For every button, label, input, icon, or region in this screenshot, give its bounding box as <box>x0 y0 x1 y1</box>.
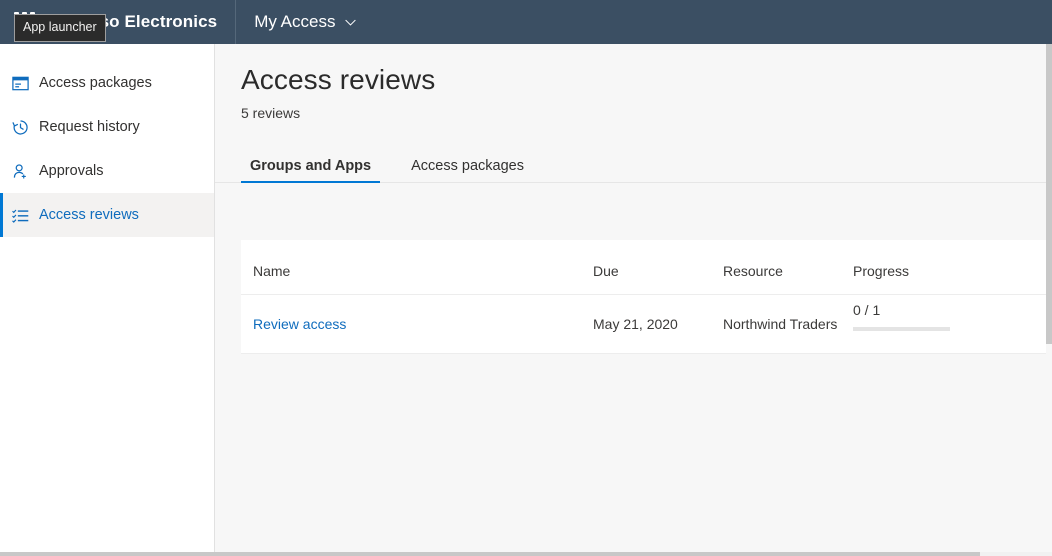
my-access-app: Contoso Electronics My Access App launch… <box>0 0 1052 556</box>
table-header-row: Name Due Resource Progress <box>241 240 1052 295</box>
cell-progress: 0 / 1 <box>853 295 1052 354</box>
progress-bar <box>853 327 950 331</box>
column-header-due[interactable]: Due <box>593 240 723 295</box>
vertical-scrollbar[interactable] <box>1046 44 1052 556</box>
progress-count-text: 0 / 1 <box>853 303 1052 317</box>
sidebar-item-label: Request history <box>39 119 140 135</box>
cell-resource: Northwind Traders <box>723 295 853 354</box>
package-icon <box>10 73 30 93</box>
history-clock-icon <box>10 117 30 137</box>
review-access-link[interactable]: Review access <box>253 316 346 332</box>
main-content: Access reviews 5 reviews Groups and Apps… <box>215 44 1052 556</box>
horizontal-scrollbar[interactable] <box>0 552 1052 556</box>
review-count-subtitle: 5 reviews <box>215 96 1052 121</box>
left-sidebar: Access packages Request history Appr <box>0 44 215 556</box>
table-row[interactable]: Review access May 21, 2020 Northwind Tra… <box>241 295 1052 354</box>
vertical-scrollbar-thumb[interactable] <box>1046 44 1052 344</box>
cell-due: May 21, 2020 <box>593 295 723 354</box>
column-header-resource[interactable]: Resource <box>723 240 853 295</box>
sidebar-item-access-packages[interactable]: Access packages <box>0 61 214 105</box>
my-access-label: My Access <box>254 12 335 32</box>
sidebar-item-label: Approvals <box>39 163 103 179</box>
horizontal-scrollbar-thumb[interactable] <box>0 552 980 556</box>
column-header-progress[interactable]: Progress <box>853 240 1052 295</box>
sidebar-item-label: Access packages <box>39 75 152 91</box>
my-access-menu[interactable]: My Access <box>236 0 375 44</box>
table-header: Name Due Resource Progress <box>241 240 1052 295</box>
tab-bar: Groups and Apps Access packages <box>215 147 1052 183</box>
sidebar-item-approvals[interactable]: Approvals <box>0 149 214 193</box>
access-reviews-table: Name Due Resource Progress Review access… <box>241 240 1052 354</box>
checklist-icon <box>10 205 30 225</box>
column-header-name[interactable]: Name <box>241 240 593 295</box>
sidebar-item-label: Access reviews <box>39 207 139 223</box>
sidebar-item-request-history[interactable]: Request history <box>0 105 214 149</box>
sidebar-item-access-reviews[interactable]: Access reviews <box>0 193 214 237</box>
app-launcher-tooltip: App launcher <box>14 14 106 42</box>
page-title: Access reviews <box>215 44 1052 96</box>
add-person-icon <box>10 161 30 181</box>
table-body: Review access May 21, 2020 Northwind Tra… <box>241 295 1052 354</box>
reviews-table-card: Name Due Resource Progress Review access… <box>241 240 1052 354</box>
chevron-down-icon <box>344 16 357 29</box>
top-header-bar: Contoso Electronics My Access <box>0 0 1052 44</box>
tab-groups-and-apps[interactable]: Groups and Apps <box>241 158 380 183</box>
tab-access-packages[interactable]: Access packages <box>402 158 533 183</box>
cell-name: Review access <box>241 295 593 354</box>
